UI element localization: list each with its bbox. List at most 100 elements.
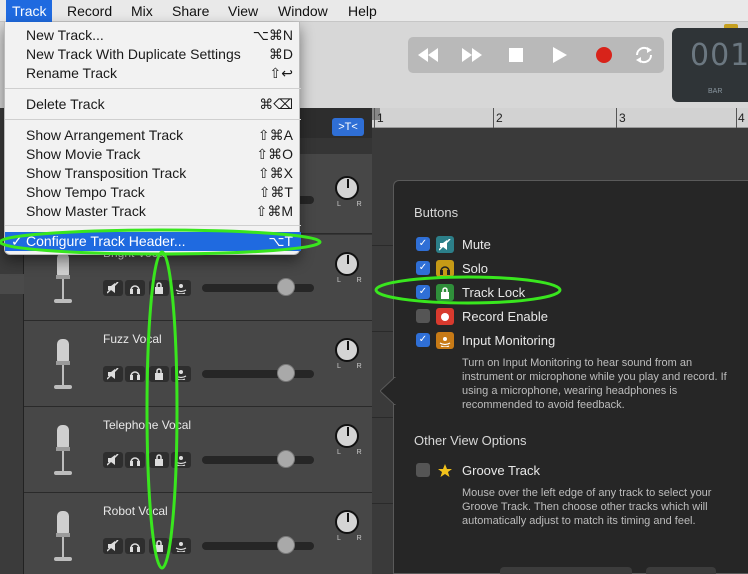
menu-separator <box>5 225 301 226</box>
other-view-options-title: Other View Options <box>414 433 527 448</box>
pan-knob[interactable] <box>335 338 359 362</box>
play-button[interactable] <box>542 37 578 73</box>
pan-knob[interactable] <box>335 252 359 276</box>
volume-slider[interactable] <box>202 456 314 464</box>
menu-item-label: Show Master Track <box>26 203 146 219</box>
menu-item-label: New Track With Duplicate Settings <box>26 46 241 62</box>
record-enable-checkbox[interactable] <box>416 309 430 323</box>
microphone-icon <box>54 253 72 303</box>
mute-button[interactable] <box>103 366 123 382</box>
menu-item-label: Show Transposition Track <box>26 165 187 181</box>
pan-knob[interactable] <box>335 510 359 534</box>
menu-view[interactable]: View <box>222 0 264 22</box>
menu-item-show-arrangement-track[interactable]: Show Arrangement Track ⇧⌘A <box>5 126 301 145</box>
track-menu: New Track... ⌥⌘N New Track With Duplicat… <box>4 22 301 255</box>
menu-item-label: Configure Track Header... <box>26 233 186 249</box>
volume-knob[interactable] <box>277 536 295 554</box>
menu-item-shortcut: ⇧⌘O <box>256 146 293 162</box>
volume-slider[interactable] <box>202 284 314 292</box>
headphones-icon <box>130 457 140 466</box>
menu-track[interactable]: Track <box>6 0 53 22</box>
mute-button[interactable] <box>103 538 123 554</box>
menu-mix[interactable]: Mix <box>125 0 159 22</box>
track-lock-button[interactable] <box>149 280 169 296</box>
menu-item-new-track[interactable]: New Track... ⌥⌘N <box>5 26 301 45</box>
track-lock-button[interactable] <box>149 366 169 382</box>
input-monitoring-button[interactable] <box>171 366 191 382</box>
mute-checkbox[interactable]: ✓ <box>416 237 430 251</box>
solo-button[interactable] <box>125 280 145 296</box>
microphone-icon <box>54 511 72 561</box>
lock-icon <box>155 540 163 552</box>
track-lock-button[interactable] <box>149 538 169 554</box>
lock-icon <box>155 368 163 380</box>
groove-track-label: Groove Track <box>462 463 541 478</box>
input-monitoring-icon <box>175 456 187 466</box>
input-monitoring-checkbox[interactable]: ✓ <box>416 333 430 347</box>
rewind-icon <box>418 48 438 62</box>
track-header-popover: Buttons ✓ Mute ✓ Solo ✓ Track Lock Recor… <box>380 180 748 574</box>
mute-button[interactable] <box>103 280 123 296</box>
volume-knob[interactable] <box>277 364 295 382</box>
track-row[interactable]: Robot Vocal L R <box>24 493 372 574</box>
lcd-display[interactable]: 001 BAR <box>672 28 748 102</box>
timeline-ruler[interactable]: 1 2 3 4 <box>372 108 748 128</box>
menu-record[interactable]: Record <box>61 0 118 22</box>
menu-item-shortcut: ⇧↩ <box>269 65 293 81</box>
volume-knob[interactable] <box>277 278 295 296</box>
menu-item-new-track-duplicate[interactable]: New Track With Duplicate Settings ⌘D <box>5 45 301 64</box>
popover-button[interactable] <box>500 567 632 574</box>
pan-knob[interactable] <box>335 176 359 200</box>
menu-item-configure-track-header[interactable]: ✓ Configure Track Header... ⌥T <box>5 232 301 251</box>
input-monitoring-button[interactable] <box>171 280 191 296</box>
headphones-icon <box>130 371 140 380</box>
pan-labels: L R <box>337 363 369 370</box>
input-monitoring-button[interactable] <box>171 452 191 468</box>
track-row[interactable]: Fuzz Vocal L R <box>24 321 372 407</box>
menu-item-shortcut: ⇧⌘X <box>257 165 293 181</box>
solo-button[interactable] <box>125 538 145 554</box>
solo-button[interactable] <box>125 452 145 468</box>
mute-button[interactable] <box>103 452 123 468</box>
popover-button[interactable] <box>646 567 716 574</box>
menu-help[interactable]: Help <box>342 0 383 22</box>
menu-item-label: Show Arrangement Track <box>26 127 184 143</box>
track-name[interactable]: Telephone Vocal <box>103 418 191 432</box>
track-row[interactable]: Telephone Vocal L R <box>24 407 372 493</box>
transport-controls <box>408 37 664 73</box>
menu-item-show-movie-track[interactable]: Show Movie Track ⇧⌘O <box>5 145 301 164</box>
track-name[interactable]: Robot Vocal <box>103 504 168 518</box>
mute-icon <box>107 454 119 466</box>
fast-forward-button[interactable] <box>454 37 490 73</box>
solo-checkbox[interactable]: ✓ <box>416 261 430 275</box>
menu-window[interactable]: Window <box>272 0 334 22</box>
menu-share[interactable]: Share <box>166 0 215 22</box>
mute-icon <box>107 540 119 552</box>
track-name[interactable]: Fuzz Vocal <box>103 332 162 346</box>
volume-slider[interactable] <box>202 370 314 378</box>
stop-button[interactable] <box>498 37 534 73</box>
ruler-mark: 3 <box>619 111 626 125</box>
record-button[interactable] <box>586 37 622 73</box>
input-monitoring-button[interactable] <box>171 538 191 554</box>
volume-slider[interactable] <box>202 542 314 550</box>
lock-icon <box>436 284 454 301</box>
groove-track-checkbox[interactable] <box>416 463 430 477</box>
input-monitoring-icon <box>175 284 187 294</box>
volume-knob[interactable] <box>277 450 295 468</box>
track-lock-button[interactable] <box>149 452 169 468</box>
microphone-icon <box>54 339 72 389</box>
solo-label: Solo <box>462 261 489 276</box>
pan-knob[interactable] <box>335 424 359 448</box>
cycle-button[interactable] <box>626 37 662 73</box>
track-filter-button[interactable]: >T< <box>332 118 364 136</box>
menu-item-show-transposition-track[interactable]: Show Transposition Track ⇧⌘X <box>5 164 301 183</box>
menu-item-rename-track[interactable]: Rename Track ⇧↩ <box>5 64 301 83</box>
solo-button[interactable] <box>125 366 145 382</box>
rewind-button[interactable] <box>410 37 446 73</box>
microphone-icon <box>54 425 72 475</box>
menu-item-show-master-track[interactable]: Show Master Track ⇧⌘M <box>5 202 301 221</box>
menu-item-delete-track[interactable]: Delete Track ⌘⌫ <box>5 95 301 114</box>
track-lock-checkbox[interactable]: ✓ <box>416 285 430 299</box>
menu-item-show-tempo-track[interactable]: Show Tempo Track ⇧⌘T <box>5 183 301 202</box>
